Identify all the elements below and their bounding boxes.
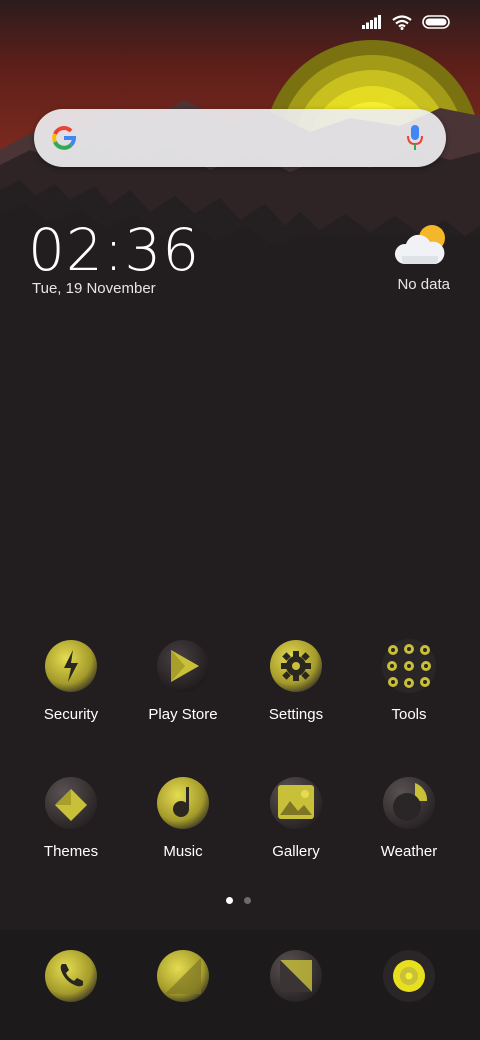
app-label: Security [43,706,99,723]
security-bolt-icon [45,640,97,692]
page-indicator[interactable] [226,897,251,904]
music-note-icon [157,777,209,829]
app-label: Themes [43,843,99,860]
messages-icon [157,950,209,1002]
partly-cloudy-icon [394,225,445,264]
battery-icon [422,15,450,29]
app-settings[interactable]: Settings [241,638,351,723]
weather-status: No data [397,276,450,293]
app-play-store[interactable]: Play Store [128,638,238,723]
weather-widget[interactable]: No data [370,222,450,293]
app-gallery[interactable]: Gallery [241,775,351,860]
browser-icon [383,950,435,1002]
app-label: Tools [391,706,427,723]
dock-browser[interactable] [354,948,464,1004]
app-themes[interactable]: Themes [16,775,126,860]
phone-icon [45,950,97,1002]
dock-camera[interactable] [241,948,351,1004]
app-weather[interactable]: Weather [354,775,464,860]
page-dot-2[interactable] [244,897,251,904]
app-music[interactable]: Music [128,775,238,860]
app-label: Play Store [148,706,218,723]
clock-time[interactable]: 02:36 [28,214,200,286]
tools-folder-icon [382,639,436,693]
camera-icon [270,950,322,1002]
app-label: Gallery [272,843,320,860]
play-store-icon [157,640,209,692]
app-tools-folder[interactable]: Tools [354,638,464,723]
dock-phone[interactable] [16,948,126,1004]
status-bar [362,10,452,34]
mic-icon[interactable] [406,124,424,152]
gallery-icon [270,777,322,829]
google-search-bar[interactable] [34,109,446,167]
clock-date[interactable]: Tue, 19 November [32,280,156,297]
app-label: Settings [268,706,324,723]
themes-icon [45,777,97,829]
signal-icon [362,15,381,29]
page-dot-1[interactable] [226,897,233,904]
wifi-icon [392,14,412,30]
weather-app-icon [383,777,435,829]
dock-messages[interactable] [128,948,238,1004]
app-label: Weather [380,843,438,860]
app-label: Music [163,843,203,860]
settings-gear-icon [270,640,322,692]
app-security[interactable]: Security [16,638,126,723]
google-logo [52,126,77,150]
